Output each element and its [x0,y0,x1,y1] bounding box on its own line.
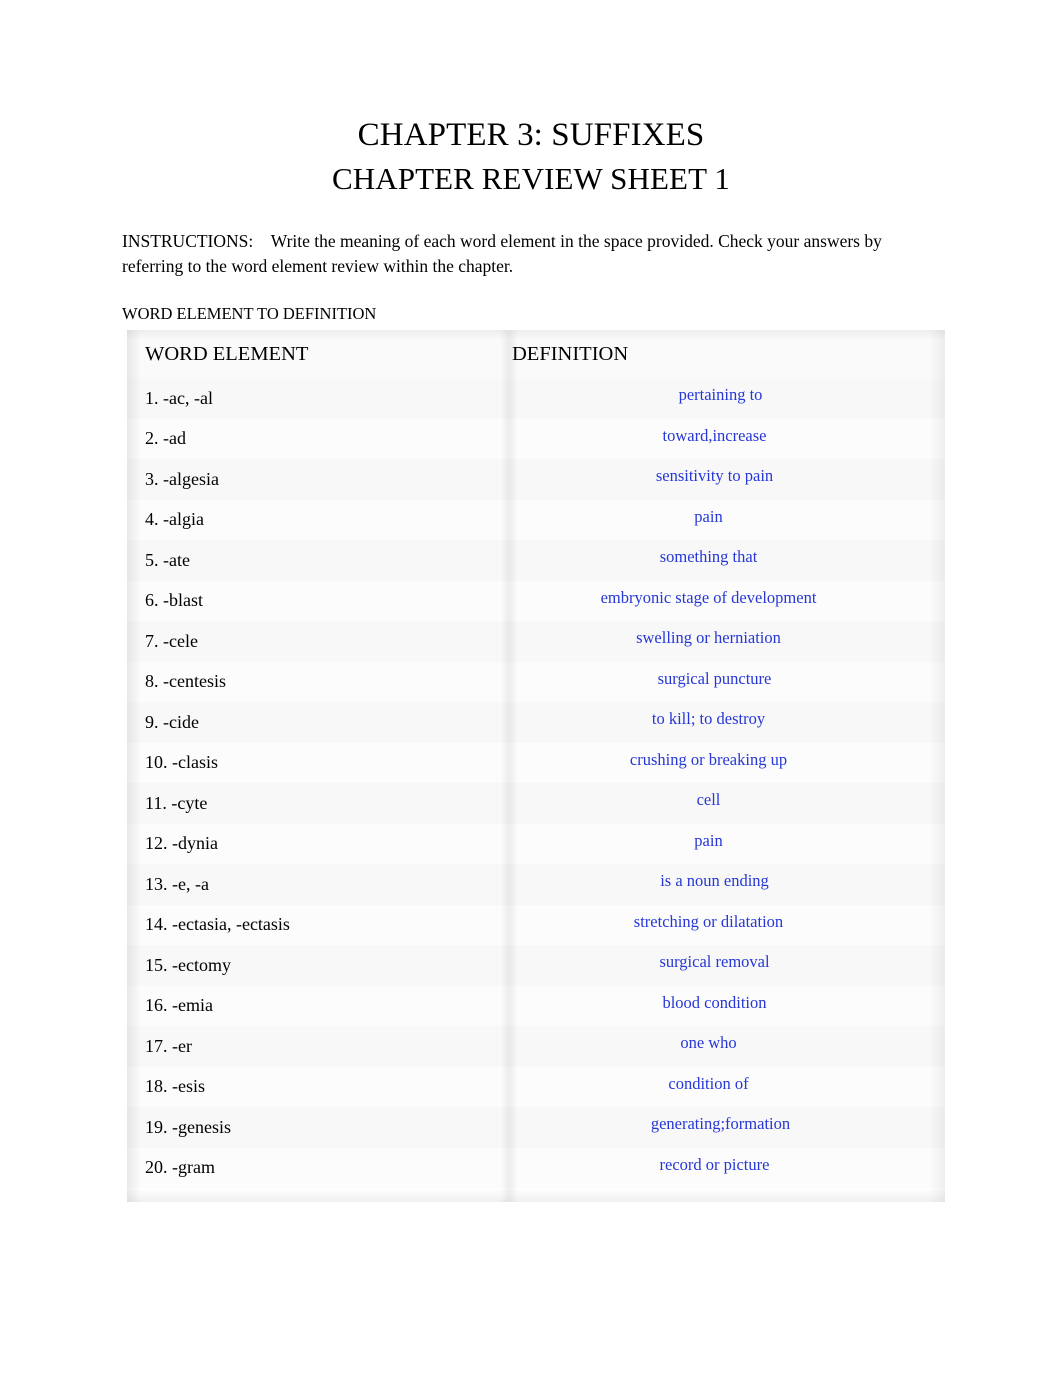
word-element-cell: 15. -ectomy [127,945,500,986]
definition-answer-cell[interactable]: pertaining to [500,378,945,419]
definition-answer-cell[interactable]: to kill; to destroy [500,702,945,743]
table-row: 16. -emia blood condition [127,986,945,1027]
table-row: 9. -cide to kill; to destroy [127,702,945,743]
word-element-cell: 13. -e, -a [127,864,500,905]
word-element-cell: 7. -cele [127,621,500,662]
table-row: 5. -ate something that [127,540,945,581]
definition-answer-cell[interactable]: toward,increase [500,419,945,460]
definition-answer-cell[interactable]: surgical removal [500,945,945,986]
table-row: 15. -ectomy surgical removal [127,945,945,986]
table-row: 7. -cele swelling or herniation [127,621,945,662]
table-row: 8. -centesis surgical puncture [127,662,945,703]
table-row: 13. -e, -a is a noun ending [127,864,945,905]
word-element-cell: 11. -cyte [127,783,500,824]
instructions-paragraph: INSTRUCTIONS: Write the meaning of each … [122,229,942,278]
definition-answer-cell[interactable]: record or picture [500,1148,945,1189]
definition-answer-cell[interactable]: sensitivity to pain [500,459,945,500]
table-row: 18. -esis condition of [127,1067,945,1108]
definition-answer-cell[interactable]: pain [500,500,945,541]
definition-answer-cell[interactable]: swelling or herniation [500,621,945,662]
table-row: 1. -ac, -al pertaining to [127,378,945,419]
word-element-cell: 1. -ac, -al [127,378,500,419]
word-element-cell: 3. -algesia [127,459,500,500]
table-row: 20. -gram record or picture [127,1148,945,1189]
definition-answer-cell[interactable]: surgical puncture [500,662,945,703]
word-element-cell: 19. -genesis [127,1107,500,1148]
definition-answer-cell[interactable]: crushing or breaking up [500,743,945,784]
table-row: 12. -dynia pain [127,824,945,865]
table-row: 4. -algia pain [127,500,945,541]
table-bottom-edge [127,1188,945,1202]
word-element-cell: 6. -blast [145,590,203,611]
definition-answer-cell[interactable]: condition of [500,1067,945,1108]
word-element-cell: 2. -ad [145,428,186,449]
document-title-block: CHAPTER 3: SUFFIXES CHAPTER REVIEW SHEET… [0,113,1062,201]
column-header-definition: DEFINITION [512,342,629,365]
table-header-row: WORD ELEMENT DEFINITION [127,330,945,378]
definition-answer-cell[interactable]: is a noun ending [500,864,945,905]
word-element-cell: 9. -cide [127,702,500,743]
word-element-cell: 18. -esis [145,1076,205,1097]
definition-answer-cell[interactable]: one who [500,1026,945,1067]
page-title-line-2: CHAPTER REVIEW SHEET 1 [331,161,731,196]
definition-answer-cell[interactable]: stretching or dilatation [500,905,945,946]
word-element-cell: 10. -clasis [145,752,218,773]
table-row: 10. -clasis crushing or breaking up [127,743,945,784]
definition-answer-cell[interactable]: blood condition [500,986,945,1027]
word-element-cell: 17. -er [127,1026,500,1067]
definition-answer-cell[interactable]: generating;formation [500,1107,945,1148]
section-label: WORD ELEMENT TO DEFINITION [122,304,377,323]
word-element-cell: 12. -dynia [145,833,218,854]
word-element-cell: 4. -algia [145,509,204,530]
column-header-word-element: WORD ELEMENT [145,342,309,365]
word-element-cell: 8. -centesis [145,671,226,692]
document-page: CHAPTER 3: SUFFIXES CHAPTER REVIEW SHEET… [0,0,1062,1376]
word-element-cell: 20. -gram [145,1157,215,1178]
word-element-definition-table: WORD ELEMENT DEFINITION 1. -ac, -al pert… [127,330,945,1202]
word-element-cell: 5. -ate [127,540,500,581]
table-row: 6. -blast embryonic stage of development [127,581,945,622]
instructions-label: INSTRUCTIONS: [122,231,254,251]
word-element-cell: 14. -ectasia, -ectasis [145,914,290,935]
definition-answer-cell[interactable]: embryonic stage of development [500,581,945,622]
review-table: WORD ELEMENT DEFINITION 1. -ac, -al pert… [127,330,945,1188]
table-row: 19. -genesis generating;formation [127,1107,945,1148]
definition-answer-cell[interactable]: pain [500,824,945,865]
word-element-cell: 16. -emia [145,995,213,1016]
page-title-line-1: CHAPTER 3: SUFFIXES [357,117,705,153]
definition-answer-cell[interactable]: cell [500,783,945,824]
table-row: 14. -ectasia, -ectasis stretching or dil… [127,905,945,946]
table-row: 3. -algesia sensitivity to pain [127,459,945,500]
definition-answer-cell[interactable]: something that [500,540,945,581]
table-row: 17. -er one who [127,1026,945,1067]
table-row: 2. -ad toward,increase [127,419,945,460]
table-row: 11. -cyte cell [127,783,945,824]
